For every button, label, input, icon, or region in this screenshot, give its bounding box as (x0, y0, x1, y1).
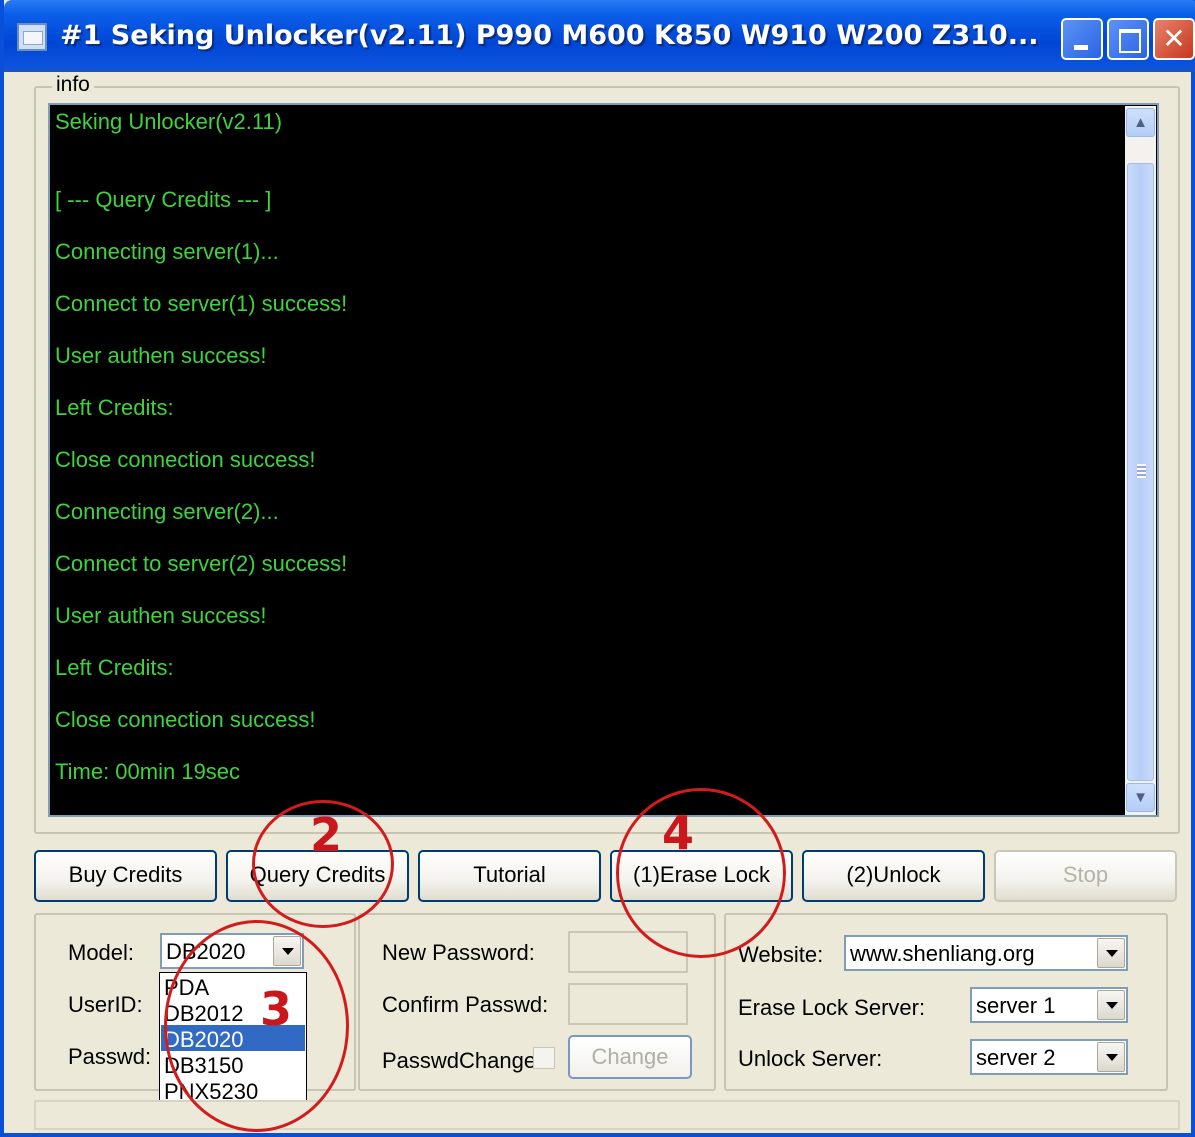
log-line: Connecting server(2)... (55, 499, 279, 524)
userid-label: UserID: (68, 992, 143, 1017)
erase-lock-server-select[interactable]: server 1 (970, 987, 1128, 1023)
vertical-scrollbar[interactable]: ▲ ▼ (1125, 106, 1156, 815)
app-icon[interactable] (17, 23, 47, 51)
model-label: Model: (68, 940, 135, 965)
scroll-up-button[interactable]: ▲ (1126, 108, 1155, 137)
unlock-button[interactable]: (2)Unlock (802, 850, 985, 902)
log-line: Connecting server(1)... (55, 239, 279, 264)
chevron-up-icon: ▲ (1133, 114, 1148, 131)
passwd-change-label: PasswdChange (382, 1048, 537, 1073)
website-label: Website: (738, 942, 824, 967)
annotation-number: 4 (662, 806, 695, 860)
scroll-down-button[interactable]: ▼ (1126, 783, 1155, 812)
dropdown-arrow-icon[interactable] (1097, 1042, 1125, 1072)
annotation-number: 3 (260, 982, 293, 1036)
window-title: #1 Seking Unlocker(v2.11) P990 M600 K850… (60, 20, 1039, 51)
annotation-circle (616, 788, 786, 958)
unlock-server-select[interactable]: server 2 (970, 1039, 1128, 1075)
minimize-button[interactable] (1061, 18, 1103, 60)
maximize-button[interactable] (1107, 18, 1149, 60)
passwd-change-checkbox[interactable] (533, 1047, 555, 1069)
dropdown-arrow-icon[interactable] (1097, 938, 1125, 968)
new-password-label: New Password: (382, 940, 535, 965)
log-line: Left Credits: (55, 395, 174, 420)
close-icon: ✕ (1162, 23, 1186, 54)
website-select-value: www.shenliang.org (850, 941, 1035, 966)
erase-lock-server-value: server 1 (976, 993, 1056, 1018)
stop-button[interactable]: Stop (994, 850, 1177, 902)
website-select[interactable]: www.shenliang.org (844, 935, 1128, 971)
buy-credits-button[interactable]: Buy Credits (34, 850, 217, 902)
title-bar[interactable]: #1 Seking Unlocker(v2.11) P990 M600 K850… (4, 0, 1195, 72)
log-line: Close connection success! (55, 447, 316, 472)
annotation-circle (164, 920, 349, 1132)
confirm-password-field[interactable] (568, 983, 688, 1025)
log-line: User authen success! (55, 603, 267, 628)
log-line: Close connection success! (55, 707, 316, 732)
confirm-password-label: Confirm Passwd: (382, 992, 549, 1017)
app-window: #1 Seking Unlocker(v2.11) P990 M600 K850… (0, 0, 1195, 1137)
log-line: User authen success! (55, 343, 267, 368)
dropdown-arrow-icon[interactable] (1097, 990, 1125, 1020)
erase-lock-server-label: Erase Lock Server: (738, 995, 926, 1020)
passwd-label: Passwd: (68, 1044, 152, 1069)
chevron-down-icon: ▼ (1133, 789, 1148, 806)
log-line: Left Credits: (55, 655, 174, 680)
change-password-button[interactable]: Change (568, 1035, 692, 1079)
tutorial-button[interactable]: Tutorial (418, 850, 601, 902)
log-console[interactable]: Seking Unlocker(v2.11) [ --- Query Credi… (48, 103, 1159, 817)
unlock-server-label: Unlock Server: (738, 1046, 883, 1071)
log-line: Seking Unlocker(v2.11) (55, 109, 283, 134)
annotation-number: 2 (310, 808, 343, 862)
log-line: Time: 00min 19sec (55, 759, 241, 784)
log-line: Connect to server(2) success! (55, 551, 348, 576)
log-line: Connect to server(1) success! (55, 291, 348, 316)
scroll-thumb[interactable] (1127, 163, 1154, 781)
grip-icon (1137, 464, 1146, 478)
close-button[interactable]: ✕ (1153, 18, 1195, 60)
unlock-server-value: server 2 (976, 1045, 1056, 1070)
log-line: [ --- Query Credits --- ] (55, 187, 272, 212)
info-group-label: info (52, 73, 94, 97)
